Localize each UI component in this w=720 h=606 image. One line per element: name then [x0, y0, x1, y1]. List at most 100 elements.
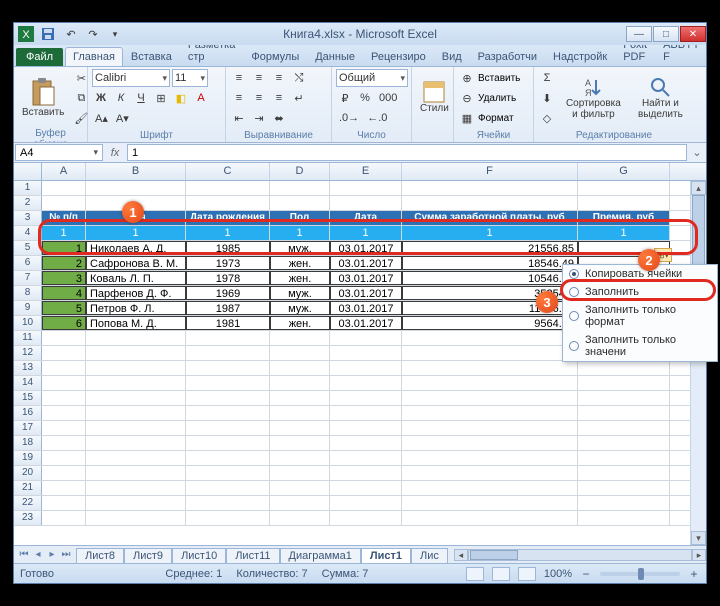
cell[interactable]: [86, 331, 186, 345]
cell[interactable]: [186, 496, 270, 510]
redo-icon[interactable]: ↷: [84, 25, 102, 43]
font-color-icon[interactable]: A: [192, 89, 210, 107]
cell[interactable]: 03.01.2017: [330, 286, 402, 300]
cell[interactable]: [186, 391, 270, 405]
row-header[interactable]: 7: [14, 271, 42, 285]
styles-button[interactable]: Стили: [416, 69, 453, 127]
cell[interactable]: [330, 361, 402, 375]
col-header[interactable]: D: [270, 163, 330, 180]
cell[interactable]: [578, 391, 670, 405]
cell[interactable]: [270, 511, 330, 525]
cell[interactable]: [578, 466, 670, 480]
cell[interactable]: [330, 331, 402, 345]
row-header[interactable]: 1: [14, 181, 42, 195]
scroll-thumb[interactable]: [692, 195, 705, 265]
cell[interactable]: [42, 196, 86, 210]
cell[interactable]: 18546.49: [402, 256, 578, 270]
row-header[interactable]: 8: [14, 286, 42, 300]
cell[interactable]: 03.01.2017: [330, 241, 402, 255]
cell[interactable]: 9564.95: [402, 316, 578, 330]
first-sheet-icon[interactable]: ⏮: [18, 549, 30, 560]
cell[interactable]: 1: [86, 226, 186, 240]
cell[interactable]: [402, 496, 578, 510]
cell[interactable]: Сумма заработной платы, руб: [402, 211, 578, 225]
h-scroll-thumb[interactable]: [470, 550, 518, 560]
cell[interactable]: [270, 451, 330, 465]
row-header[interactable]: 20: [14, 466, 42, 480]
sort-filter-button[interactable]: AЯ Сортировка и фильтр: [559, 69, 628, 127]
row-header[interactable]: 19: [14, 451, 42, 465]
cell[interactable]: 2: [42, 256, 86, 270]
increase-indent-icon[interactable]: ⇥: [250, 109, 268, 127]
maximize-button[interactable]: □: [653, 26, 679, 42]
cell[interactable]: [330, 181, 402, 195]
cell[interactable]: № п/п: [42, 211, 86, 225]
col-header[interactable]: G: [578, 163, 670, 180]
cell[interactable]: [270, 466, 330, 480]
cell[interactable]: [186, 376, 270, 390]
close-button[interactable]: ✕: [680, 26, 706, 42]
cell[interactable]: [402, 391, 578, 405]
cell[interactable]: муж.: [270, 301, 330, 315]
cell[interactable]: [578, 451, 670, 465]
cell[interactable]: [86, 196, 186, 210]
cell[interactable]: Николаев А. Д.: [86, 241, 186, 255]
cell[interactable]: [578, 406, 670, 420]
cell[interactable]: [578, 361, 670, 375]
cell[interactable]: [330, 196, 402, 210]
font-size-combo[interactable]: 11▾: [172, 69, 208, 87]
cell[interactable]: [402, 481, 578, 495]
cell[interactable]: Сафронова В. М.: [86, 256, 186, 270]
row-header[interactable]: 16: [14, 406, 42, 420]
cell[interactable]: [186, 466, 270, 480]
decrease-indent-icon[interactable]: ⇤: [230, 109, 248, 127]
row-header[interactable]: 4: [14, 226, 42, 240]
cell[interactable]: [186, 346, 270, 360]
cell[interactable]: [42, 331, 86, 345]
cell[interactable]: [270, 346, 330, 360]
cell[interactable]: [330, 496, 402, 510]
insert-cells-icon[interactable]: ⊕: [458, 69, 476, 87]
cell[interactable]: [270, 331, 330, 345]
cell[interactable]: [86, 451, 186, 465]
row-header[interactable]: 23: [14, 511, 42, 525]
cell[interactable]: 03.01.2017: [330, 271, 402, 285]
cell[interactable]: жен.: [270, 316, 330, 330]
cell[interactable]: 1981: [186, 316, 270, 330]
cell[interactable]: Попова М. Д.: [86, 316, 186, 330]
dec-decimal-icon[interactable]: ←.0: [364, 109, 390, 127]
col-header[interactable]: A: [42, 163, 86, 180]
row-header[interactable]: 18: [14, 436, 42, 450]
scroll-down-icon[interactable]: ▾: [691, 531, 706, 545]
cell[interactable]: жен.: [270, 256, 330, 270]
currency-icon[interactable]: ₽: [336, 89, 354, 107]
grow-font-icon[interactable]: A▴: [92, 109, 111, 127]
row-header[interactable]: 15: [14, 391, 42, 405]
cell[interactable]: [402, 331, 578, 345]
cell[interactable]: [270, 481, 330, 495]
fx-icon[interactable]: fx: [104, 143, 126, 162]
cell[interactable]: [578, 421, 670, 435]
cell[interactable]: [270, 361, 330, 375]
cell[interactable]: [42, 406, 86, 420]
cell[interactable]: 03.01.2017: [330, 256, 402, 270]
cell[interactable]: [86, 361, 186, 375]
expand-formula-bar-icon[interactable]: ⌄: [688, 143, 706, 162]
scroll-left-icon[interactable]: ◂: [454, 549, 468, 561]
ctx-copy-cells[interactable]: Копировать ячейки: [563, 265, 717, 283]
paste-button[interactable]: Вставить: [18, 69, 68, 127]
tab-formulas[interactable]: Формулы: [243, 47, 307, 66]
row-header[interactable]: 12: [14, 346, 42, 360]
cell[interactable]: [402, 511, 578, 525]
align-center-icon[interactable]: ≡: [250, 89, 268, 107]
cell[interactable]: [86, 391, 186, 405]
cell[interactable]: [270, 376, 330, 390]
cell[interactable]: 10546.26: [402, 271, 578, 285]
cell[interactable]: [330, 406, 402, 420]
tab-data[interactable]: Данные: [307, 47, 363, 66]
tab-review[interactable]: Рецензиро: [363, 47, 434, 66]
row-header[interactable]: 21: [14, 481, 42, 495]
vertical-scrollbar[interactable]: ▴ ▾: [690, 181, 706, 545]
orientation-icon[interactable]: ⤭: [290, 69, 308, 87]
cell[interactable]: [86, 346, 186, 360]
